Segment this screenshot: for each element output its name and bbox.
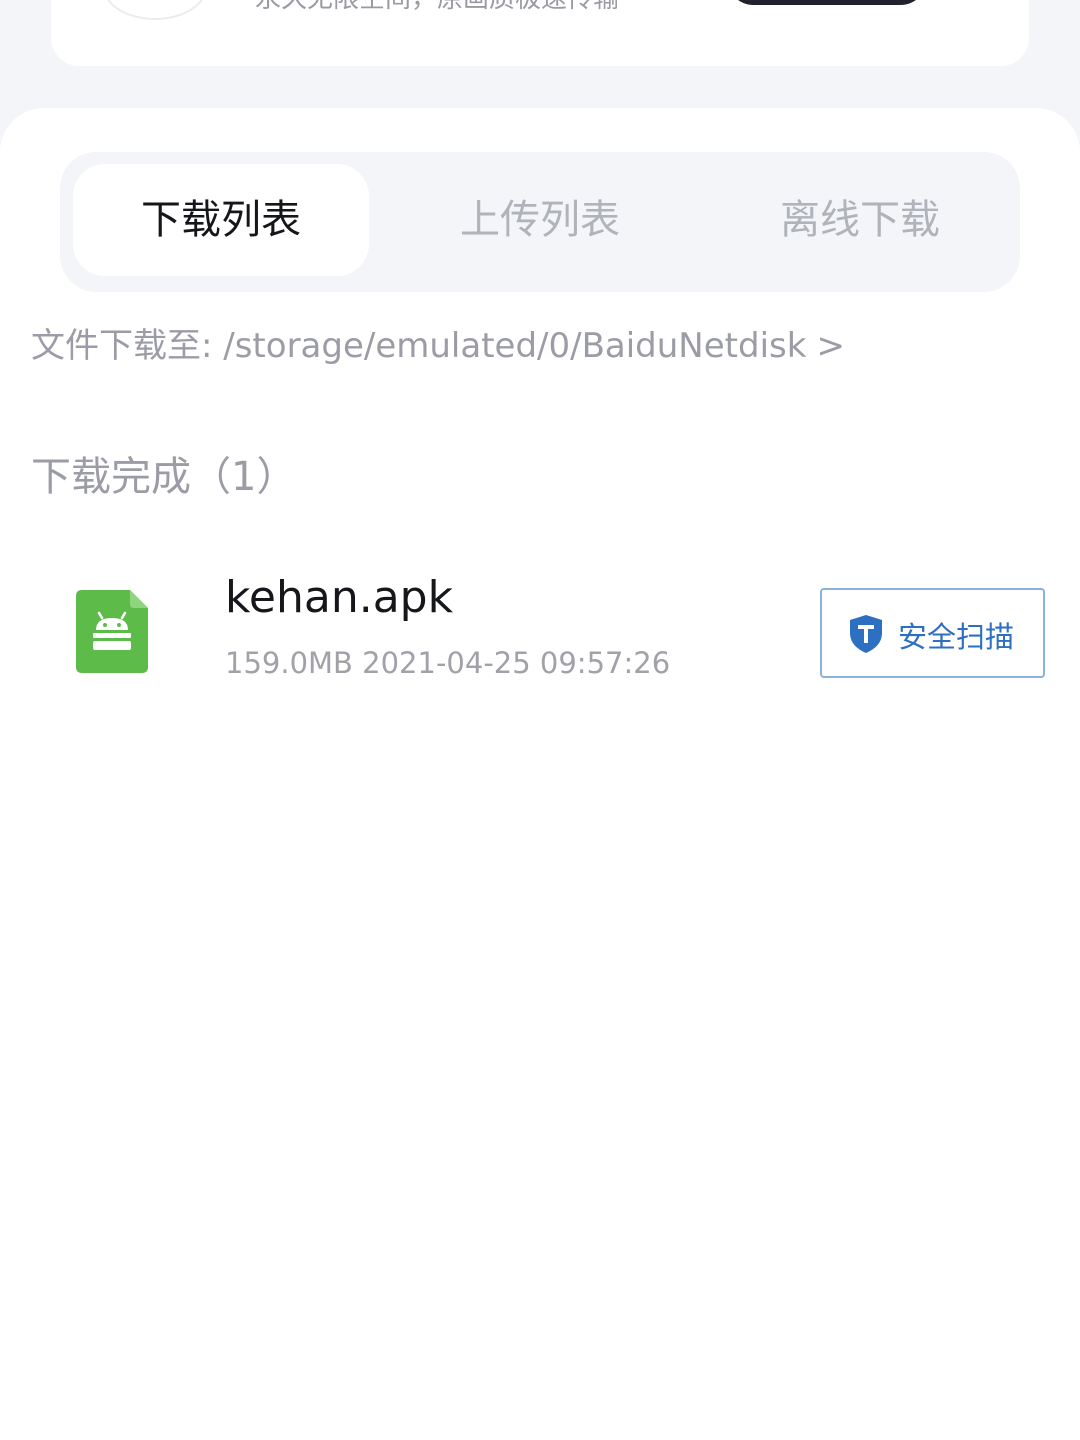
promo-text: 永久无限空间，原画质极速传输 [255, 0, 619, 15]
android-apk-icon [76, 590, 148, 673]
transfer-sheet: 下载列表 上传列表 离线下载 文件下载至: /storage/emulated/… [0, 108, 1080, 1440]
transfer-tabs: 下载列表 上传列表 离线下载 [60, 152, 1020, 292]
file-name: kehan.apk [225, 572, 454, 623]
promo-button[interactable] [727, 0, 927, 5]
promo-avatar [103, 0, 207, 20]
chevron-right-icon: > [816, 326, 845, 366]
tab-upload-list[interactable]: 上传列表 [392, 164, 688, 276]
security-scan-button[interactable]: 安全扫描 [820, 588, 1045, 678]
promo-card[interactable]: 永久无限空间，原画质极速传输 [51, 0, 1029, 66]
security-scan-label: 安全扫描 [898, 620, 1015, 654]
file-meta: 159.0MB 2021-04-25 09:57:26 [225, 646, 671, 680]
tab-download-list[interactable]: 下载列表 [73, 164, 369, 276]
download-path-text: 文件下载至: /storage/emulated/0/BaiduNetdisk [31, 326, 807, 366]
list-item[interactable]: kehan.apk 159.0MB 2021-04-25 09:57:26 安全… [0, 558, 1080, 698]
tab-offline-download[interactable]: 离线下载 [712, 164, 1008, 276]
download-path-link[interactable]: 文件下载至: /storage/emulated/0/BaiduNetdisk > [31, 318, 845, 367]
section-title-completed: 下载完成（1） [31, 454, 297, 500]
shield-icon [850, 615, 882, 653]
